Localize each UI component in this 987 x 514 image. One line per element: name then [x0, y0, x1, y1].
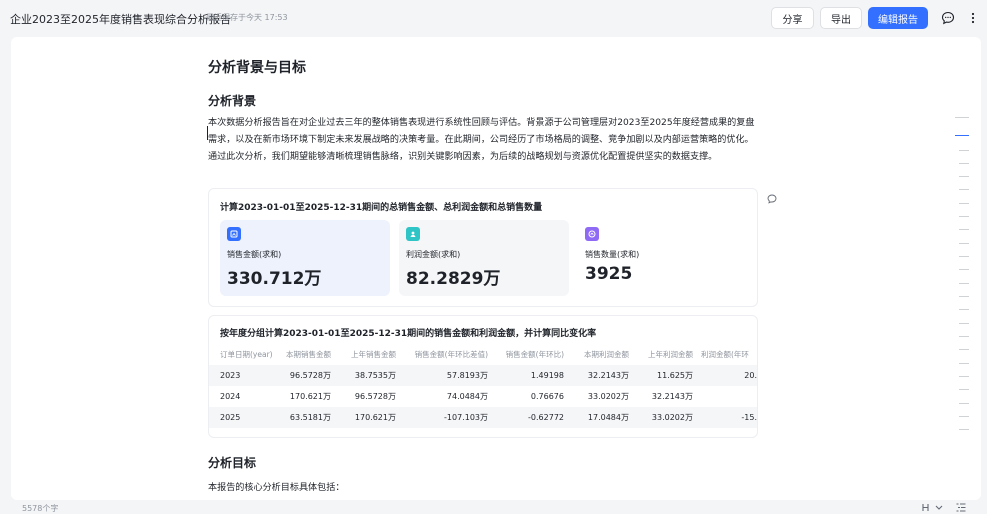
section-goals-text[interactable]: 本报告的核心分析目标具体包括：	[208, 479, 344, 493]
table-cell: 1.49198	[530, 371, 564, 380]
outline-item[interactable]	[959, 296, 969, 297]
save-status: 最近保存于今天 17:53	[206, 13, 288, 22]
table-header-row: 订单日期(year) 本期销售金额 上年销售金额 销售金额(年环比差值) 销售金…	[209, 344, 757, 365]
document-page: 分析背景与目标 分析背景 本次数据分析报告旨在对企业过去三年的整体销售表现进行系…	[11, 37, 981, 500]
edit-report-button[interactable]: 编辑报告	[868, 7, 928, 29]
outline-item[interactable]	[959, 336, 969, 337]
outline-item[interactable]	[959, 349, 969, 350]
section-background-text[interactable]: 本次数据分析报告旨在对企业过去三年的整体销售表现进行系统性回顾与评估。背景源于公…	[208, 115, 760, 166]
table-cell: 33.0202万	[651, 413, 693, 422]
table-cell: 0.76676	[530, 392, 564, 401]
table-cell: 170.621万	[289, 392, 331, 401]
outline-item[interactable]	[959, 309, 969, 310]
metric-value: 330.712万	[227, 269, 322, 289]
outline-item[interactable]	[959, 189, 969, 190]
summary-metrics-card[interactable]: 计算2023-01-01至2025-12-31期间的总销售金额、总利润金额和总销…	[208, 188, 758, 307]
table-cell: 2023	[220, 371, 241, 380]
outline-item[interactable]	[959, 429, 969, 430]
text-cursor	[207, 126, 208, 140]
table-cell: 74.0484万	[446, 392, 488, 401]
outline-item[interactable]	[959, 163, 969, 164]
table-cell	[701, 386, 757, 407]
table-cell: 63.5181万	[289, 413, 331, 422]
column-header[interactable]: 销售金额(年环比)	[496, 344, 564, 365]
column-header[interactable]: 上年销售金额	[339, 344, 396, 365]
summary-card-title: 计算2023-01-01至2025-12-31期间的总销售金额、总利润金额和总销…	[220, 203, 543, 213]
table-cell: 32.2143万	[587, 371, 629, 380]
table-cell: -107.103万	[444, 413, 488, 422]
column-header[interactable]: 本期利润金额	[572, 344, 629, 365]
outline-item[interactable]	[959, 176, 969, 177]
table-cell: 32.2143万	[651, 392, 693, 401]
outline-item[interactable]	[959, 216, 969, 217]
word-count: 5578个字	[22, 504, 59, 513]
table-cell: 96.5728万	[289, 371, 331, 380]
outline-item[interactable]	[959, 416, 969, 417]
outline-item[interactable]	[955, 117, 969, 118]
table-cell: 170.621万	[354, 413, 396, 422]
outline-toggle-icon[interactable]	[956, 503, 966, 512]
column-header[interactable]: 销售金额(年环比差值)	[404, 344, 488, 365]
outline-item[interactable]	[959, 323, 969, 324]
metric-profit-amount: 利润金额(求和) 82.2829万	[399, 220, 569, 296]
metric-sales-amount: 销售金额(求和) 330.712万	[220, 220, 390, 296]
outline-item-active[interactable]	[955, 135, 969, 136]
outline-item[interactable]	[959, 243, 969, 244]
column-header[interactable]: 上年利润金额	[637, 344, 693, 365]
outline-item[interactable]	[959, 389, 969, 390]
outline-item[interactable]	[959, 229, 969, 230]
table-row: 2023 96.5728万 38.7535万 57.8193万 1.49198 …	[209, 365, 757, 386]
table-title: 按年度分组计算2023-01-01至2025-12-31期间的销售金额和利润金额…	[220, 329, 597, 339]
outline-item[interactable]	[959, 376, 969, 377]
table-cell: 2024	[220, 392, 241, 401]
metric-label: 销售数量(求和)	[585, 250, 640, 259]
metric-sales-quantity: 销售数量(求和) 3925	[578, 220, 748, 296]
heading-1: 分析背景与目标	[208, 60, 306, 76]
table-cell: 57.8193万	[446, 371, 488, 380]
table-cell: -0.62772	[528, 413, 564, 422]
column-header[interactable]: 利润金额(年环	[701, 344, 757, 365]
export-button[interactable]: 导出	[820, 7, 862, 29]
sales-icon	[227, 227, 241, 241]
quantity-icon	[585, 227, 599, 241]
table-row: 2025 63.5181万 170.621万 -107.103万 -0.6277…	[209, 407, 757, 428]
outline-item[interactable]	[959, 403, 969, 404]
section-goals-title: 分析目标	[208, 456, 257, 470]
outline-item[interactable]	[959, 269, 969, 270]
outline-item[interactable]	[959, 150, 969, 151]
table-cell: 96.5728万	[354, 392, 396, 401]
status-bar: 5578个字	[0, 500, 987, 514]
table-cell: 33.0202万	[587, 392, 629, 401]
metric-label: 利润金额(求和)	[406, 250, 461, 259]
section-background-title: 分析背景	[208, 94, 257, 108]
top-bar: 企业2023至2025年度销售表现综合分析报告 最近保存于今天 17:53 分享…	[0, 0, 987, 36]
table-cell: 17.0484万	[587, 413, 629, 422]
table-cell: 38.7535万	[354, 371, 396, 380]
more-icon[interactable]	[969, 11, 977, 25]
column-header[interactable]: 订单日期(year)	[220, 344, 275, 365]
heading-style-icon[interactable]	[922, 503, 946, 512]
metric-value: 82.2829万	[406, 269, 501, 289]
outline-item[interactable]	[959, 256, 969, 257]
table-cell: 2025	[220, 413, 241, 422]
profit-icon	[406, 227, 420, 241]
table-row: 2024 170.621万 96.5728万 74.0484万 0.76676 …	[209, 386, 757, 407]
share-button[interactable]: 分享	[771, 7, 814, 29]
yearly-table-card[interactable]: 按年度分组计算2023-01-01至2025-12-31期间的销售金额和利润金额…	[208, 315, 758, 438]
comment-icon[interactable]	[941, 11, 955, 25]
table-cell: 11.625万	[657, 371, 693, 380]
outline-item[interactable]	[959, 363, 969, 364]
metric-value: 3925	[585, 264, 633, 284]
column-header[interactable]: 本期销售金额	[275, 344, 331, 365]
outline-item[interactable]	[959, 203, 969, 204]
add-comment-icon[interactable]	[767, 194, 777, 204]
document-title[interactable]: 企业2023至2025年度销售表现综合分析报告	[10, 11, 231, 27]
table-cell: 20.	[744, 371, 757, 380]
outline-item[interactable]	[959, 283, 969, 284]
table-cell: -15.	[741, 413, 757, 422]
metric-label: 销售金额(求和)	[227, 250, 282, 259]
